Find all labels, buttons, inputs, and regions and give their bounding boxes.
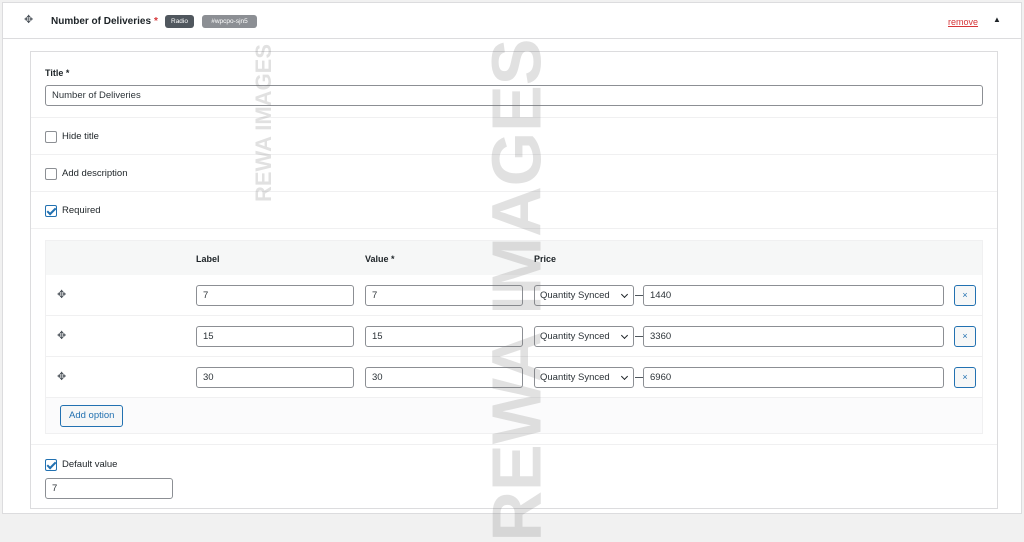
- default-value-checkbox[interactable]: [45, 459, 57, 471]
- title-row: Title * Number of Deliveries: [31, 52, 997, 118]
- required-mark: *: [154, 16, 158, 27]
- option-label-input[interactable]: 7: [196, 285, 354, 306]
- collapse-icon[interactable]: ▲: [993, 15, 1001, 24]
- option-value-input[interactable]: 15: [365, 326, 523, 347]
- type-badge: Radio: [165, 15, 194, 28]
- field-panel: ✥ Number of Deliveries * Radio #wpcpo-sjn…: [2, 2, 1022, 514]
- option-label-input[interactable]: 30: [196, 367, 354, 388]
- drag-handle-icon[interactable]: ✥: [24, 15, 33, 26]
- options-table: Label Value * Price ✥ 7 7 Quantity Synce…: [45, 240, 983, 434]
- id-badge: #wpcpo-sjn5: [202, 15, 257, 28]
- price-type-value: Quantity Synced: [540, 290, 610, 301]
- column-label-header: Label: [196, 254, 220, 264]
- delete-option-button[interactable]: ×: [954, 326, 976, 347]
- hide-title-label: Hide title: [62, 131, 99, 142]
- option-row: ✥ 7 7 Quantity Synced 1440 ×: [46, 275, 982, 316]
- add-description-row: Add description: [31, 155, 997, 192]
- delete-option-button[interactable]: ×: [954, 367, 976, 388]
- default-value-label: Default value: [62, 459, 118, 470]
- field-title: Number of Deliveries *: [51, 16, 158, 27]
- hide-title-checkbox[interactable]: [45, 131, 57, 143]
- default-value-input[interactable]: 7: [45, 478, 173, 499]
- column-value-header: Value *: [365, 254, 395, 264]
- price-type-select[interactable]: Quantity Synced: [534, 367, 634, 388]
- field-settings: Title * Number of Deliveries Hide title …: [30, 51, 998, 509]
- option-price-input[interactable]: 6960: [643, 367, 944, 388]
- field-title-text: Number of Deliveries: [51, 16, 152, 27]
- option-row: ✥ 30 30 Quantity Synced 6960 ×: [46, 357, 982, 398]
- price-type-select[interactable]: Quantity Synced: [534, 285, 634, 306]
- option-row: ✥ 15 15 Quantity Synced 3360 ×: [46, 316, 982, 357]
- required-checkbox[interactable]: [45, 205, 57, 217]
- chevron-down-icon: [620, 290, 629, 299]
- chevron-down-icon: [620, 372, 629, 381]
- add-description-checkbox[interactable]: [45, 168, 57, 180]
- required-label: Required: [62, 205, 101, 216]
- delete-option-button[interactable]: ×: [954, 285, 976, 306]
- remove-link[interactable]: remove: [948, 17, 978, 27]
- option-value-input[interactable]: 30: [365, 367, 523, 388]
- column-price-header: Price: [534, 254, 557, 264]
- separator-dash: [635, 377, 643, 378]
- required-row: Required: [31, 192, 997, 229]
- add-description-label: Add description: [62, 168, 128, 179]
- drag-handle-icon[interactable]: ✥: [57, 372, 66, 383]
- option-label-input[interactable]: 15: [196, 326, 354, 347]
- separator-dash: [635, 295, 643, 296]
- chevron-down-icon: [620, 331, 629, 340]
- price-type-value: Quantity Synced: [540, 372, 610, 383]
- add-option-button[interactable]: Add option: [60, 405, 124, 427]
- option-value-input[interactable]: 7: [365, 285, 523, 306]
- drag-handle-icon[interactable]: ✥: [57, 331, 66, 342]
- option-price-input[interactable]: 1440: [643, 285, 944, 306]
- hide-title-row: Hide title: [31, 118, 997, 155]
- title-label: Title *: [45, 68, 70, 78]
- field-header[interactable]: ✥ Number of Deliveries * Radio #wpcpo-sjn…: [3, 3, 1021, 39]
- option-price-input[interactable]: 3360: [643, 326, 944, 347]
- price-type-select[interactable]: Quantity Synced: [534, 326, 634, 347]
- price-type-value: Quantity Synced: [540, 331, 610, 342]
- title-input[interactable]: Number of Deliveries: [45, 85, 983, 106]
- separator-dash: [635, 336, 643, 337]
- options-header: Label Value * Price: [46, 241, 982, 275]
- drag-handle-icon[interactable]: ✥: [57, 290, 66, 301]
- default-value-row: Default value 7: [31, 444, 997, 510]
